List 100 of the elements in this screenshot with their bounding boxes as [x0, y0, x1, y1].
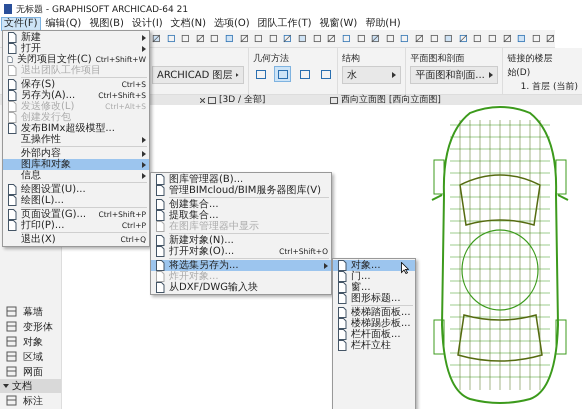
page-icon	[337, 260, 347, 271]
tool-icon[interactable]	[400, 33, 409, 44]
menu-title[interactable]: 编辑(Q)	[44, 18, 84, 30]
menu-title[interactable]: 帮助(H)	[363, 18, 403, 30]
page-icon	[337, 318, 347, 329]
menu-item[interactable]: 信息	[3, 170, 149, 181]
menu-item[interactable]: 门...	[333, 271, 415, 282]
tool-icon[interactable]	[312, 33, 322, 44]
page-icon	[7, 123, 17, 134]
tool-icon[interactable]	[181, 33, 190, 44]
tool-icon[interactable]	[254, 33, 263, 44]
menu-item[interactable]: 楼梯踏面板...	[333, 307, 415, 318]
tool-icon[interactable]	[517, 33, 526, 44]
menu-item[interactable]: 提取集合...	[151, 210, 331, 221]
menu-title[interactable]: 文件(F)	[2, 18, 40, 30]
menu-item[interactable]: 发布BIMx超级模型...	[3, 123, 149, 134]
tool-icon[interactable]	[356, 33, 366, 44]
tool-icon[interactable]	[430, 33, 438, 44]
menu-item[interactable]: 从DXF/DWG输入块	[151, 282, 331, 293]
tool-icon[interactable]	[444, 33, 453, 44]
tool-icon[interactable]	[196, 33, 204, 44]
tool-icon[interactable]	[414, 33, 424, 44]
tool-icon[interactable]	[166, 33, 176, 44]
toolbox-item[interactable]: 标注	[0, 393, 61, 408]
page-icon	[155, 271, 165, 282]
page-icon	[155, 174, 165, 185]
menu-item[interactable]: 图库管理器(B)...	[151, 174, 331, 185]
menu-item[interactable]: 绘图设置(U)...	[3, 184, 149, 195]
toolbox-item[interactable]: 对象	[0, 334, 61, 349]
menu-item[interactable]: 管理BIMcloud/BIM服务器图库(V)	[151, 185, 331, 196]
page-icon	[337, 293, 347, 304]
page-icon	[337, 340, 347, 351]
menu-item[interactable]: 栏杆面板...	[333, 329, 415, 340]
mouse-pointer-icon	[401, 262, 409, 274]
menu-item[interactable]: 窗...	[333, 282, 415, 293]
menu-item[interactable]: 楼梯踢步板...	[333, 318, 415, 329]
tool-icon	[6, 321, 17, 332]
menu-item[interactable]: 打开	[3, 43, 149, 54]
menu-item[interactable]: 图形标题...	[333, 293, 415, 304]
menu-item[interactable]: 对象...	[333, 260, 415, 271]
tool-icon[interactable]	[283, 33, 292, 44]
geometry-method-button[interactable]	[253, 67, 268, 81]
tool-icon[interactable]	[371, 33, 380, 44]
field-label: 始(D)	[507, 67, 532, 77]
structure-dropdown[interactable]: 水	[342, 66, 402, 84]
menu-item[interactable]: 创建集合...	[151, 199, 331, 210]
view-tab[interactable]: [3D / 全部]	[219, 95, 266, 105]
view-tab[interactable]: 西向立面图 [西向立面图]	[341, 95, 441, 105]
menu-item[interactable]: 新建	[3, 32, 149, 43]
geometry-method-button[interactable]	[297, 67, 312, 81]
menu-title[interactable]: 设计(I)	[130, 18, 165, 30]
toolbox-item[interactable]: 网面	[0, 364, 61, 379]
shape-icon	[300, 70, 310, 78]
menu-item[interactable]: 外部内容	[3, 148, 149, 159]
window-title: 无标题 - GRAPHISOFT ARCHICAD-64 21	[16, 4, 188, 16]
page-icon	[7, 79, 17, 90]
tool-icon[interactable]	[532, 33, 540, 44]
floor-plan-dropdown[interactable]: 平面图和剖面...	[410, 66, 498, 84]
layer-dropdown[interactable]: ARCHICAD 图层	[152, 66, 244, 84]
tool-icon[interactable]	[473, 33, 482, 44]
toolbox-item[interactable]: 区域	[0, 349, 61, 364]
caret-icon	[142, 136, 146, 142]
story-value: 1. 首层 (当前)	[520, 80, 578, 91]
tool-icon[interactable]	[327, 33, 336, 44]
app-icon	[4, 4, 12, 14]
menu-item[interactable]: 将选集另存为...	[151, 260, 331, 271]
tool-icon[interactable]	[502, 33, 512, 44]
tool-icon[interactable]	[152, 33, 161, 44]
close-icon[interactable]	[200, 98, 205, 102]
page-icon	[155, 210, 165, 221]
menu-title[interactable]: 视图(B)	[87, 18, 126, 30]
menu-item[interactable]: 互操作性	[3, 134, 149, 145]
menu-title[interactable]: 视窗(W)	[318, 18, 360, 30]
page-icon	[155, 235, 165, 246]
menu-title[interactable]: 文档(N)	[168, 18, 208, 30]
toolbox-section[interactable]: 文档	[0, 379, 61, 393]
toolbox-item[interactable]: 变形体	[0, 319, 61, 334]
tool-icon[interactable]	[546, 33, 555, 44]
menu-item[interactable]: 新建对象(N)...	[151, 235, 331, 246]
menu-title[interactable]: 选项(O)	[212, 18, 252, 30]
tool-icon[interactable]	[225, 33, 234, 44]
tool-icon[interactable]	[386, 33, 394, 44]
tool-icon	[6, 351, 17, 362]
tool-icon[interactable]	[210, 33, 220, 44]
tool-icon[interactable]	[342, 33, 351, 44]
geometry-method-button[interactable]	[318, 67, 333, 81]
tool-icon[interactable]	[268, 33, 278, 44]
menu-item[interactable]: 栏杆立柱	[333, 340, 415, 351]
page-icon	[7, 220, 17, 231]
toolbox-item[interactable]: 幕墙	[0, 304, 61, 319]
tool-icon[interactable]	[298, 33, 307, 44]
tool-icon[interactable]	[240, 33, 248, 44]
geometry-method-button[interactable]	[274, 66, 291, 82]
menu-item[interactable]: 绘图(L)...	[3, 195, 149, 206]
view-icon	[208, 96, 216, 104]
menu-item[interactable]: 图库和对象	[3, 159, 149, 170]
tool-icon[interactable]	[458, 33, 468, 44]
field-label: 几何方法	[253, 52, 290, 63]
tool-icon[interactable]	[488, 33, 497, 44]
menu-title[interactable]: 团队工作(T)	[256, 18, 314, 30]
